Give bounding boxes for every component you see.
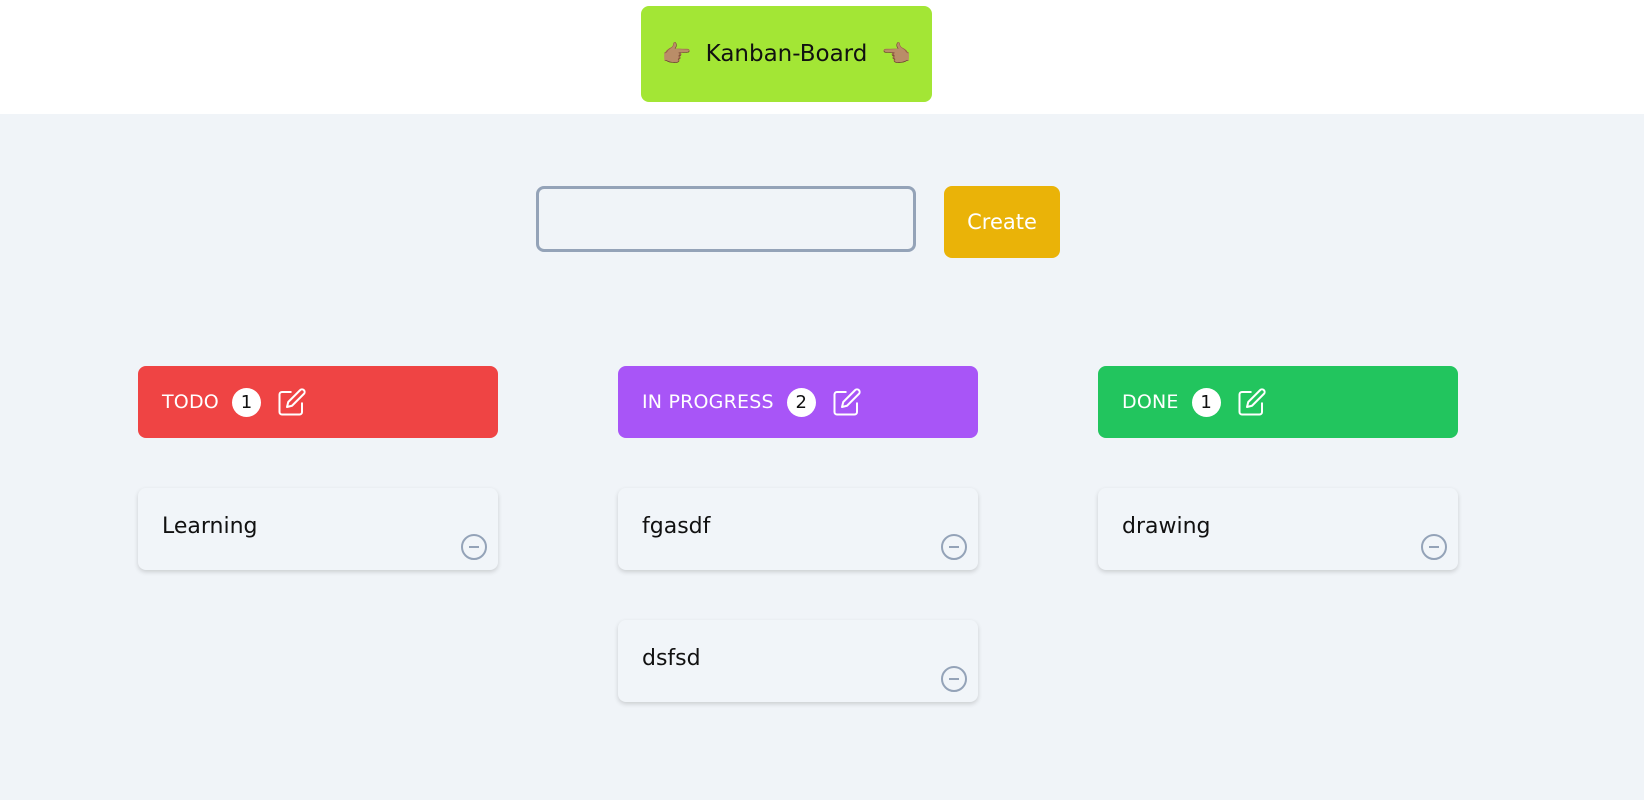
top-bar: 👉🏽 Kanban-Board 👈🏽 bbox=[0, 0, 1644, 114]
task-card-text: fgasdf bbox=[642, 514, 711, 539]
column-done: DONE 1 drawing bbox=[1098, 366, 1458, 620]
task-count-badge: 1 bbox=[231, 387, 261, 417]
task-count-badge: 2 bbox=[786, 387, 816, 417]
minus-circle-icon[interactable] bbox=[1419, 532, 1449, 562]
task-card-text: drawing bbox=[1122, 514, 1211, 539]
edit-icon[interactable] bbox=[276, 386, 308, 418]
backhand-index-pointing-right-icon: 👉🏽 bbox=[661, 40, 692, 68]
edit-icon[interactable] bbox=[831, 386, 863, 418]
task-card[interactable]: Learning bbox=[138, 488, 498, 570]
column-title: IN PROGRESS bbox=[642, 391, 774, 413]
task-card[interactable]: dsfsd bbox=[618, 620, 978, 702]
column-todo: TODO 1 Learning bbox=[138, 366, 498, 620]
column-title: TODO bbox=[162, 391, 219, 413]
column-title: DONE bbox=[1122, 391, 1179, 413]
task-card-text: dsfsd bbox=[642, 646, 701, 671]
backhand-index-pointing-left-icon: 👈🏽 bbox=[881, 40, 912, 68]
card-list: drawing bbox=[1098, 488, 1458, 570]
new-task-input[interactable] bbox=[536, 186, 916, 252]
minus-circle-icon[interactable] bbox=[459, 532, 489, 562]
task-card[interactable]: drawing bbox=[1098, 488, 1458, 570]
app-title-banner: 👉🏽 Kanban-Board 👈🏽 bbox=[641, 6, 932, 102]
task-card[interactable]: fgasdf bbox=[618, 488, 978, 570]
task-count-badge: 1 bbox=[1191, 387, 1221, 417]
minus-circle-icon[interactable] bbox=[939, 664, 969, 694]
column-in-progress: IN PROGRESS 2 fgasdf dsfsd bbox=[618, 366, 978, 752]
card-list: Learning bbox=[138, 488, 498, 570]
column-header: IN PROGRESS 2 bbox=[618, 366, 978, 438]
card-list: fgasdf dsfsd bbox=[618, 488, 978, 702]
task-card-text: Learning bbox=[162, 514, 258, 539]
app-title: Kanban-Board bbox=[705, 41, 868, 67]
edit-icon[interactable] bbox=[1236, 386, 1268, 418]
minus-circle-icon[interactable] bbox=[939, 532, 969, 562]
column-header: TODO 1 bbox=[138, 366, 498, 438]
column-header: DONE 1 bbox=[1098, 366, 1458, 438]
create-button[interactable]: Create bbox=[944, 186, 1060, 258]
